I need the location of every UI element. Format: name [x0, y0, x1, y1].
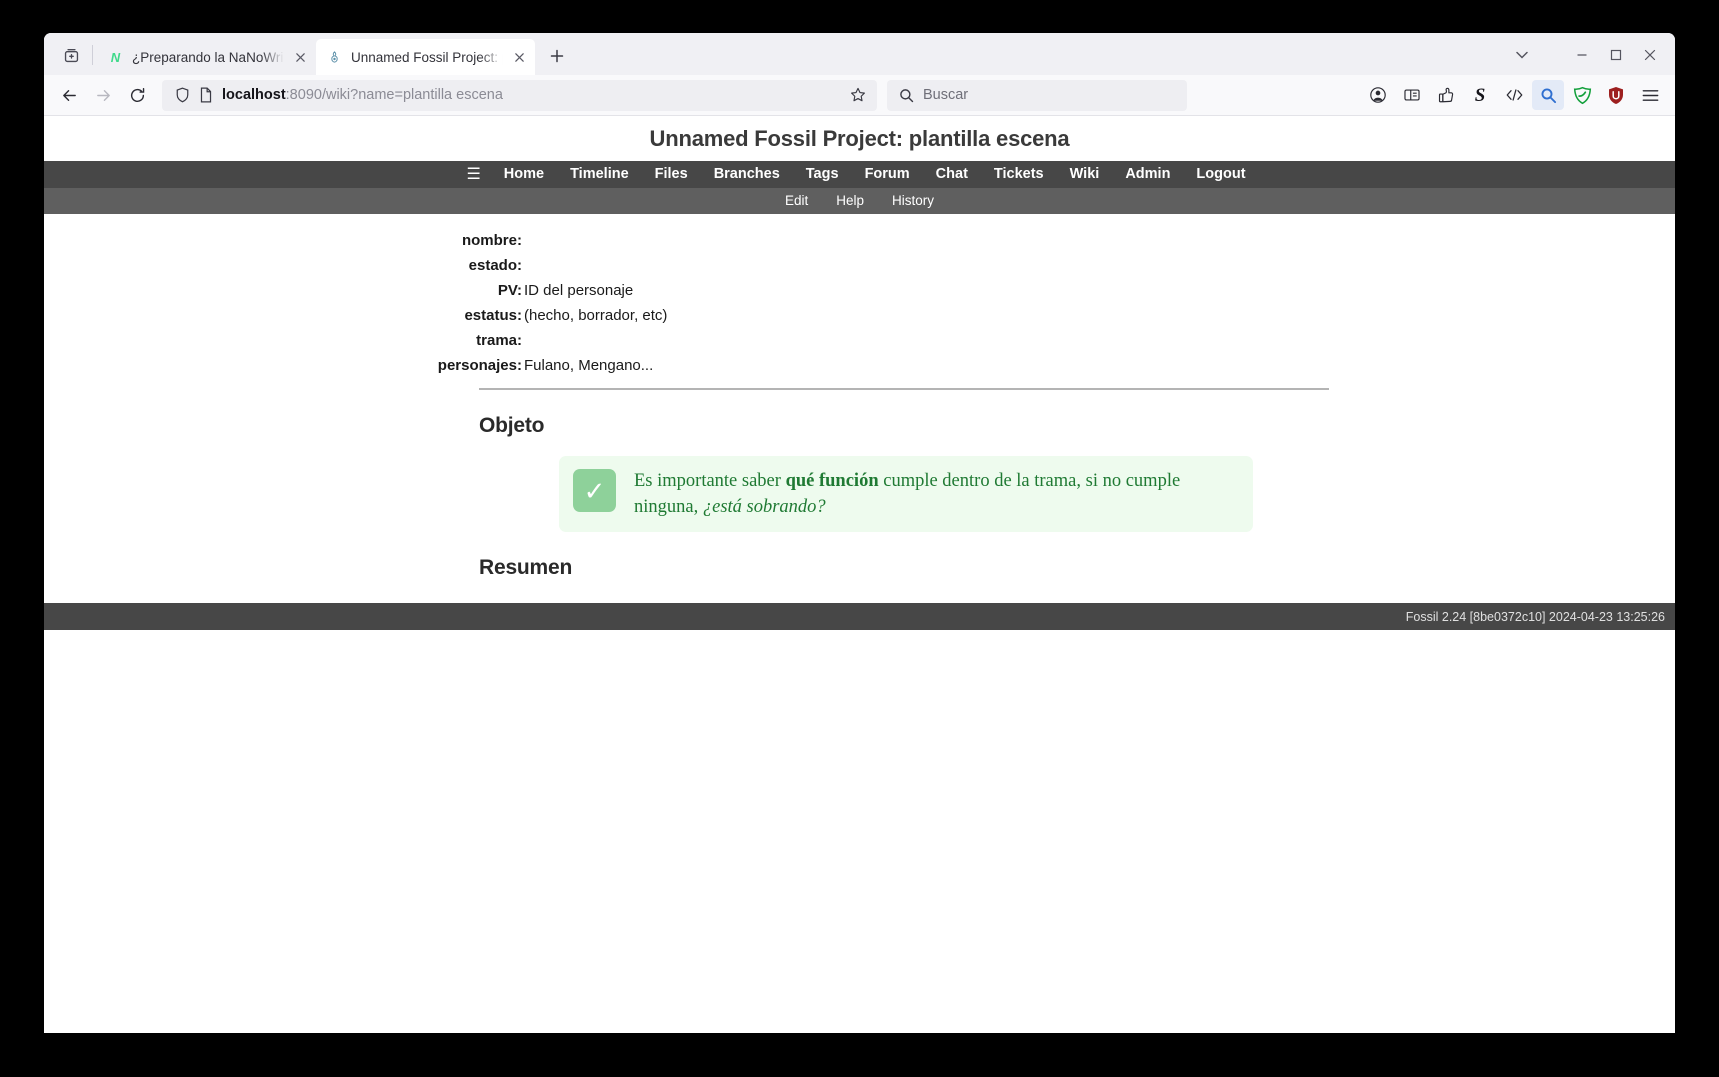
definition-term: nombre:	[461, 232, 522, 249]
menu-item-files[interactable]: Files	[642, 161, 701, 188]
menu-item-home[interactable]: Home	[491, 161, 557, 188]
fossil-sub-menu: Edit Help History	[44, 188, 1675, 214]
definition-list: nombre: estado: PV: ID del personaje est…	[44, 228, 1675, 378]
tab-close-icon[interactable]	[290, 47, 310, 67]
definition-value: ID del personaje	[524, 282, 634, 299]
content-divider	[479, 388, 1329, 390]
back-button-icon[interactable]	[52, 79, 86, 111]
close-window-button[interactable]	[1633, 40, 1667, 70]
menu-item-admin[interactable]: Admin	[1112, 161, 1183, 188]
definition-value	[522, 253, 524, 278]
definition-row: estado:	[44, 253, 1675, 278]
menu-item-tickets[interactable]: Tickets	[981, 161, 1057, 188]
navigation-toolbar: localhost:8090/wiki?name=plantilla escen…	[44, 75, 1675, 116]
nanowrimo-favicon-icon: N	[110, 49, 121, 65]
toolbar-extension-icons: S	[1361, 80, 1667, 110]
browser-tab-nanowrimo[interactable]: N ¿Preparando la NaNoWriM	[97, 39, 316, 75]
new-tab-button[interactable]	[541, 40, 573, 72]
bookmark-star-icon[interactable]	[843, 81, 873, 109]
definition-term: personajes:	[437, 357, 522, 374]
search-input[interactable]: Buscar	[923, 87, 968, 103]
tab-title: ¿Preparando la NaNoWriM	[132, 49, 284, 65]
extension-save-icon[interactable]	[1430, 80, 1462, 110]
callout-text-bold: qué función	[785, 471, 879, 491]
definition-value: Fulano, Mengano...	[524, 357, 654, 374]
wiki-content: nombre: estado: PV: ID del personaje est…	[44, 214, 1675, 580]
definition-value	[522, 228, 524, 253]
tab-close-icon[interactable]	[509, 47, 529, 67]
definition-value	[522, 328, 524, 353]
shield-green-icon[interactable]	[1566, 80, 1598, 110]
search-bar[interactable]: Buscar	[887, 79, 1187, 111]
fossil-page: Unnamed Fossil Project: plantilla escena…	[44, 116, 1675, 631]
page-viewport: Unnamed Fossil Project: plantilla escena…	[44, 116, 1675, 1033]
search-icon	[895, 84, 917, 106]
window-controls	[1565, 40, 1667, 70]
section-heading-objeto: Objeto	[479, 414, 545, 437]
shield-tracking-protection-icon[interactable]	[170, 83, 194, 107]
firefox-view-icon[interactable]	[54, 38, 88, 72]
menu-item-timeline[interactable]: Timeline	[557, 161, 642, 188]
browser-tab-fossil[interactable]: Unnamed Fossil Project: pl	[316, 39, 535, 75]
page-title: Unnamed Fossil Project: plantilla escena	[649, 126, 1070, 151]
submenu-item-edit[interactable]: Edit	[771, 188, 822, 214]
definition-row: estatus: (hecho, borrador, etc)	[44, 303, 1675, 328]
url-address-bar[interactable]: localhost:8090/wiki?name=plantilla escen…	[162, 79, 877, 111]
definition-term: trama:	[476, 332, 522, 349]
account-icon[interactable]	[1362, 80, 1394, 110]
fossil-main-menu: ☰ Home Timeline Files Branches Tags Foru…	[44, 161, 1675, 188]
definition-row: trama:	[44, 328, 1675, 353]
fossil-footer: Fossil 2.24 [8be0372c10] 2024-04-23 13:2…	[44, 603, 1675, 631]
submenu-item-history[interactable]: History	[878, 188, 948, 214]
callout-text: Es importante saber qué función cumple d…	[634, 468, 1239, 520]
menu-item-branches[interactable]: Branches	[701, 161, 793, 188]
forward-button-icon[interactable]	[86, 79, 120, 111]
fossil-favicon-icon	[326, 49, 343, 66]
menu-item-wiki[interactable]: Wiki	[1057, 161, 1113, 188]
url-text: localhost:8090/wiki?name=plantilla escen…	[222, 87, 503, 103]
menu-item-forum[interactable]: Forum	[852, 161, 923, 188]
footer-version-text: Fossil 2.24 [8be0372c10] 2024-04-23 13:2…	[1405, 609, 1665, 624]
definition-term: estado:	[468, 257, 522, 274]
code-view-icon[interactable]	[1498, 80, 1530, 110]
menu-item-tags[interactable]: Tags	[793, 161, 852, 188]
reader-view-icon[interactable]	[1396, 80, 1428, 110]
tab-title: Unnamed Fossil Project: pl	[351, 49, 503, 65]
menu-item-logout[interactable]: Logout	[1183, 161, 1258, 188]
submenu-item-help[interactable]: Help	[822, 188, 878, 214]
tip-callout-box: ✓ Es importante saber qué función cumple…	[559, 456, 1253, 533]
tab-strip-divider	[92, 45, 93, 65]
definition-row: personajes: Fulano, Mengano...	[44, 353, 1675, 378]
page-info-icon[interactable]	[194, 83, 218, 107]
search-magnifier-icon[interactable]	[1532, 80, 1564, 110]
menu-item-chat[interactable]: Chat	[923, 161, 981, 188]
ublock-origin-icon[interactable]	[1600, 80, 1632, 110]
tab-strip: N ¿Preparando la NaNoWriM Unnamed Fossil…	[44, 33, 1675, 75]
definition-row: nombre:	[44, 228, 1675, 253]
definition-value: (hecho, borrador, etc)	[524, 307, 668, 324]
reload-button-icon[interactable]	[120, 79, 154, 111]
sitemap-hamburger-icon[interactable]: ☰	[460, 161, 490, 188]
list-all-tabs-icon[interactable]	[1505, 40, 1539, 70]
stylus-icon[interactable]: S	[1464, 80, 1496, 110]
definition-term: PV:	[497, 282, 522, 299]
browser-window: N ¿Preparando la NaNoWriM Unnamed Fossil…	[44, 33, 1675, 1033]
definition-term: estatus:	[464, 307, 522, 324]
checkmark-icon: ✓	[573, 469, 616, 512]
minimize-button[interactable]	[1565, 40, 1599, 70]
app-menu-icon[interactable]	[1634, 80, 1666, 110]
maximize-button[interactable]	[1599, 40, 1633, 70]
section-heading-resumen: Resumen	[479, 556, 573, 580]
callout-text-before: Es importante saber	[634, 471, 786, 491]
callout-text-italic: ¿está sobrando?	[702, 496, 826, 517]
definition-row: PV: ID del personaje	[44, 278, 1675, 303]
